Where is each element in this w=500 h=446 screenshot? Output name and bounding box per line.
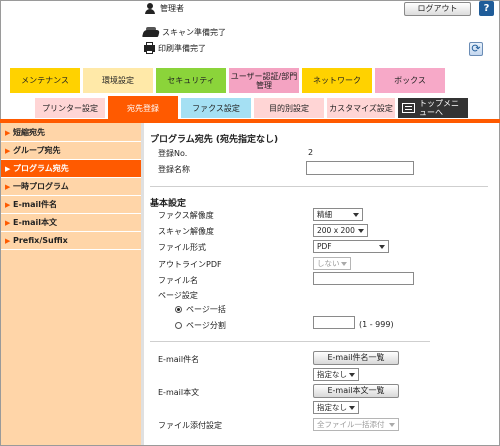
caret-right-icon: ▶ xyxy=(5,218,11,227)
sidebar-item-prefix-suffix[interactable]: ▶ Prefix/Suffix xyxy=(1,232,141,250)
admin-user: 管理者 xyxy=(144,3,184,14)
email-body-label: E-mail本文 xyxy=(158,388,200,397)
file-format-label: ファイル形式 xyxy=(158,243,206,252)
page-split-range: (1 - 999) xyxy=(359,320,394,329)
email-subject-label: E-mail件名 xyxy=(158,355,200,364)
outline-pdf-label: アウトラインPDF xyxy=(158,260,222,269)
chevron-down-icon xyxy=(358,229,364,233)
sidebar-item-program[interactable]: ▶ プログラム宛先 xyxy=(1,160,141,178)
attach-setting-select[interactable]: 全ファイル一括添付 xyxy=(313,418,399,431)
logout-button[interactable]: ログアウト xyxy=(404,2,471,16)
sidebar-item-temp-program[interactable]: ▶ 一時プログラム xyxy=(1,178,141,196)
top-menu-label: トップメニューへ xyxy=(419,99,459,117)
admin-user-label: 管理者 xyxy=(160,4,184,13)
print-status: 印刷準備完了 xyxy=(143,42,206,54)
basic-settings-title: 基本設定 xyxy=(150,199,187,209)
subtab-fax[interactable]: ファクス設定 xyxy=(180,97,252,119)
page-split-option[interactable]: ページ分割 xyxy=(175,320,226,331)
outline-pdf-select[interactable]: しない xyxy=(313,257,351,270)
tab-maintenance[interactable]: メンテナンス xyxy=(9,67,81,94)
scan-status: スキャン準備完了 xyxy=(142,27,226,38)
fax-res-select[interactable]: 精細 xyxy=(313,208,363,221)
email-body-list-button[interactable]: E-mail本文一覧 xyxy=(313,384,399,398)
email-body-select[interactable]: 指定なし xyxy=(313,401,359,414)
tab-security[interactable]: セキュリティ xyxy=(155,67,227,94)
help-icon[interactable]: ? xyxy=(479,1,494,16)
chevron-down-icon xyxy=(349,373,355,377)
sidebar-item-email-body[interactable]: ▶ E-mail本文 xyxy=(1,214,141,232)
sidebar-scrollbar[interactable] xyxy=(141,123,144,445)
chevron-down-icon xyxy=(389,423,395,427)
file-format-select[interactable]: PDF xyxy=(313,240,389,253)
user-icon xyxy=(144,3,156,14)
print-status-label: 印刷準備完了 xyxy=(158,43,206,53)
scan-status-label: スキャン準備完了 xyxy=(162,28,226,37)
file-name-label: ファイル名 xyxy=(158,276,198,285)
scan-res-select[interactable]: 200 x 200 xyxy=(313,224,368,237)
page-split-input[interactable] xyxy=(313,316,355,329)
sidebar-item-group[interactable]: ▶ グループ宛先 xyxy=(1,142,141,160)
email-subject-list-button[interactable]: E-mail件名一覧 xyxy=(313,351,399,365)
chevron-down-icon xyxy=(379,245,385,249)
chevron-down-icon xyxy=(341,262,347,266)
subtab-address[interactable]: 宛先登録 xyxy=(107,95,179,121)
chevron-down-icon xyxy=(353,213,359,217)
tab-box[interactable]: ボックス xyxy=(374,67,446,94)
caret-right-icon: ▶ xyxy=(5,236,11,245)
reg-no-value: 2 xyxy=(308,148,314,157)
subtab-customize[interactable]: カスタマイズ設定 xyxy=(326,97,396,119)
caret-right-icon: ▶ xyxy=(5,128,11,137)
sidebar-item-speed-dial[interactable]: ▶ 短縮宛先 xyxy=(1,124,141,142)
divider xyxy=(150,186,488,187)
tab-network[interactable]: ネットワーク xyxy=(301,67,373,94)
caret-right-icon: ▶ xyxy=(5,146,11,155)
scan-res-label: スキャン解像度 xyxy=(158,227,214,236)
tab-user-auth[interactable]: ユーザー認証/部門管理 xyxy=(228,67,300,94)
radio-unselected[interactable] xyxy=(175,322,182,329)
printer-icon xyxy=(143,42,155,54)
file-name-input[interactable] xyxy=(313,272,414,285)
chevron-down-icon xyxy=(349,406,355,410)
monitor-icon xyxy=(402,103,415,113)
page-setting-label: ページ設定 xyxy=(158,291,198,300)
subtab-purpose[interactable]: 目的別設定 xyxy=(253,97,325,119)
attach-setting-label: ファイル添付設定 xyxy=(158,421,222,430)
radio-selected[interactable] xyxy=(175,306,182,313)
refresh-icon[interactable]: ⟳ xyxy=(469,42,483,56)
email-subject-select[interactable]: 指定なし xyxy=(313,368,359,381)
caret-right-icon: ▶ xyxy=(5,200,11,209)
sidebar-item-email-subject[interactable]: ▶ E-mail件名 xyxy=(1,196,141,214)
reg-name-label: 登録名称 xyxy=(158,165,190,174)
page-all-option[interactable]: ページ一括 xyxy=(175,304,226,315)
reg-name-input[interactable] xyxy=(306,161,414,175)
reg-no-label: 登録No. xyxy=(158,149,188,158)
caret-right-icon: ▶ xyxy=(5,164,11,173)
subtab-printer[interactable]: プリンター設定 xyxy=(34,97,106,119)
scanner-icon xyxy=(142,27,160,38)
fax-res-label: ファクス解像度 xyxy=(158,211,214,220)
page-title: プログラム宛先 (宛先指定なし) xyxy=(150,135,279,145)
subtab-top-menu[interactable]: トップメニューへ xyxy=(397,97,469,119)
caret-right-icon: ▶ xyxy=(5,182,11,191)
divider xyxy=(150,341,430,342)
tab-environment[interactable]: 環境設定 xyxy=(82,67,154,94)
